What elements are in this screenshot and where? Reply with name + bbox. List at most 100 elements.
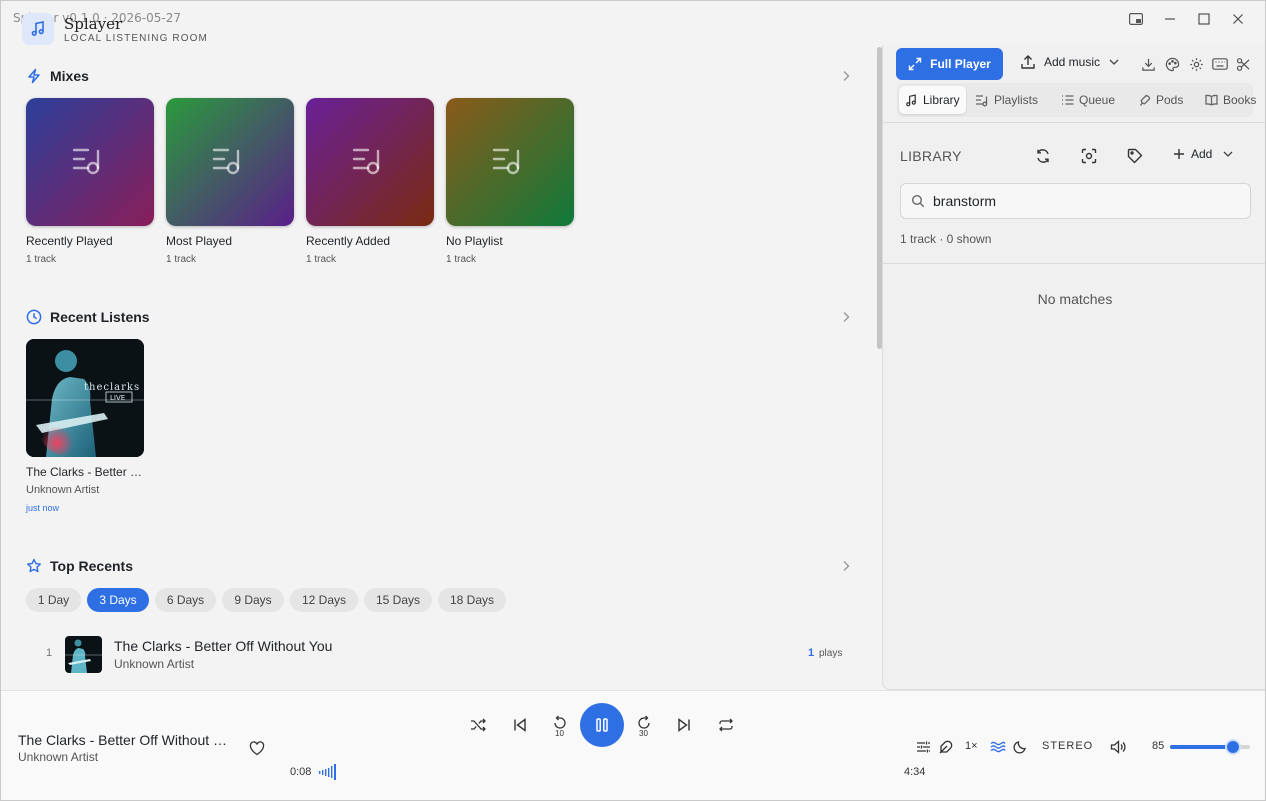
tab-library[interactable]: Library (899, 86, 966, 114)
tab-queue-label: Queue (1079, 93, 1116, 107)
app-window: Splayer v0.1.0 · 2026-05-27 Splayer LOCA… (0, 0, 1266, 801)
full-player-label: Full Player (930, 57, 991, 71)
tab-pods[interactable]: Pods (1133, 86, 1189, 114)
heart-icon (249, 740, 265, 755)
playlist-icon (72, 148, 100, 175)
playlist-icon (352, 148, 380, 175)
now-playing-artist: Unknown Artist (18, 750, 99, 764)
mix-card[interactable] (306, 98, 434, 226)
repeat-icon (719, 718, 733, 732)
playback-speed[interactable]: 1× (965, 740, 978, 752)
recent-listens-see-all-chevron-icon[interactable] (839, 310, 853, 324)
library-add-label: Add (1191, 147, 1213, 161)
search-icon (911, 194, 925, 208)
maximize-button[interactable] (1194, 9, 1214, 29)
download-icon (1141, 58, 1155, 71)
picture-in-picture-button[interactable] (1126, 9, 1146, 29)
scan-button[interactable] (1079, 146, 1099, 166)
podcast-icon (1139, 94, 1151, 106)
clock-icon (26, 309, 42, 325)
ambient-button[interactable] (988, 737, 1008, 757)
album-art[interactable]: theclarks LIVE (26, 339, 144, 457)
keyboard-shortcuts-button[interactable] (1211, 55, 1229, 73)
expand-icon (908, 57, 922, 71)
range-chip-12-days[interactable]: 12 Days (290, 588, 358, 612)
recent-track-time: just now (26, 503, 60, 513)
add-music-label: Add music (1044, 55, 1101, 69)
tab-books[interactable]: Books (1199, 86, 1262, 114)
volume-slider-fill (1170, 745, 1234, 749)
tab-books-label: Books (1223, 93, 1257, 107)
equalizer-button[interactable] (913, 737, 933, 757)
mix-label: Recently Added (306, 234, 391, 248)
download-button[interactable] (1139, 55, 1157, 73)
panel-tabs: Library Playlists Queue Pods Books (897, 83, 1256, 117)
rescan-button[interactable] (1033, 146, 1053, 166)
previous-button[interactable] (510, 715, 530, 735)
effects-button[interactable] (935, 737, 955, 757)
close-icon (1233, 14, 1243, 24)
recent-listens-title: Recent Listens (50, 309, 150, 325)
library-track-meta: 1 track · 0 shown (900, 232, 992, 246)
mix-card[interactable] (26, 98, 154, 226)
mix-label: No Playlist (446, 234, 503, 248)
row-thumbnail-image (65, 639, 102, 673)
top-recents-row[interactable]: 1 The Clarks - Better Off Without You Un… (26, 634, 851, 674)
app-name: Splayer (64, 15, 123, 33)
scan-focus-icon (1081, 148, 1097, 164)
progress-bar[interactable] (318, 763, 893, 781)
volume-slider-thumb[interactable] (1225, 739, 1242, 755)
tab-queue[interactable]: Queue (1055, 86, 1121, 114)
tab-playlists[interactable]: Playlists (969, 86, 1044, 114)
trim-button[interactable] (1234, 55, 1252, 73)
tags-button[interactable] (1125, 146, 1145, 166)
settings-button[interactable] (1187, 55, 1205, 73)
maximize-icon (1198, 13, 1210, 25)
sleep-timer-button[interactable] (1010, 737, 1030, 757)
next-button[interactable] (674, 715, 694, 735)
album-art-band-text: theclarks (84, 382, 140, 393)
mute-button[interactable] (1108, 737, 1128, 757)
range-chip-3-days[interactable]: 3 Days (87, 588, 149, 612)
mix-card[interactable] (166, 98, 294, 226)
mix-card[interactable] (446, 98, 574, 226)
range-chip-6-days[interactable]: 6 Days (155, 588, 216, 612)
album-art-live-text: LIVE (110, 394, 125, 402)
elapsed-time: 0:08 (290, 766, 312, 778)
mix-label: Recently Played (26, 234, 113, 248)
panel-divider (883, 263, 1265, 264)
range-chip-15-days[interactable]: 15 Days (364, 588, 432, 612)
shuffle-button[interactable] (468, 715, 488, 735)
repeat-button[interactable] (716, 715, 736, 735)
add-music-button[interactable]: Add music (1020, 54, 1120, 70)
book-icon (1205, 94, 1218, 106)
row-plays-count: 1 (808, 647, 815, 659)
full-player-button[interactable]: Full Player (896, 48, 1003, 80)
top-recents-see-all-chevron-icon[interactable] (839, 559, 853, 573)
row-rank: 1 (46, 647, 53, 659)
favorite-button[interactable] (247, 738, 267, 758)
volume-slider[interactable] (1170, 739, 1250, 755)
minimize-button[interactable] (1160, 9, 1180, 29)
library-search-input[interactable]: branstorm (900, 183, 1251, 219)
chevron-down-icon (1109, 59, 1119, 65)
recent-listens-header: Recent Listens (26, 309, 150, 325)
skip-previous-icon (514, 718, 526, 732)
theme-button[interactable] (1163, 55, 1181, 73)
library-title: LIBRARY (900, 148, 962, 164)
close-button[interactable] (1228, 9, 1248, 29)
range-chip-18-days[interactable]: 18 Days (438, 588, 506, 612)
mix-count: 1 track (446, 254, 477, 265)
range-chip-1-day[interactable]: 1 Day (26, 588, 81, 612)
pause-button[interactable] (580, 703, 624, 747)
tab-playlists-label: Playlists (994, 93, 1039, 107)
search-value: branstorm (933, 193, 997, 209)
forward-seconds: 30 (639, 729, 648, 738)
range-chip-9-days[interactable]: 9 Days (222, 588, 284, 612)
channel-mode[interactable]: STEREO (1042, 740, 1093, 752)
empty-state: No matches (1037, 291, 1113, 307)
minimize-icon (1165, 18, 1175, 20)
library-add-button[interactable]: Add (1173, 147, 1234, 161)
mixes-see-all-chevron-icon[interactable] (839, 69, 853, 83)
music-note-icon (31, 21, 44, 36)
